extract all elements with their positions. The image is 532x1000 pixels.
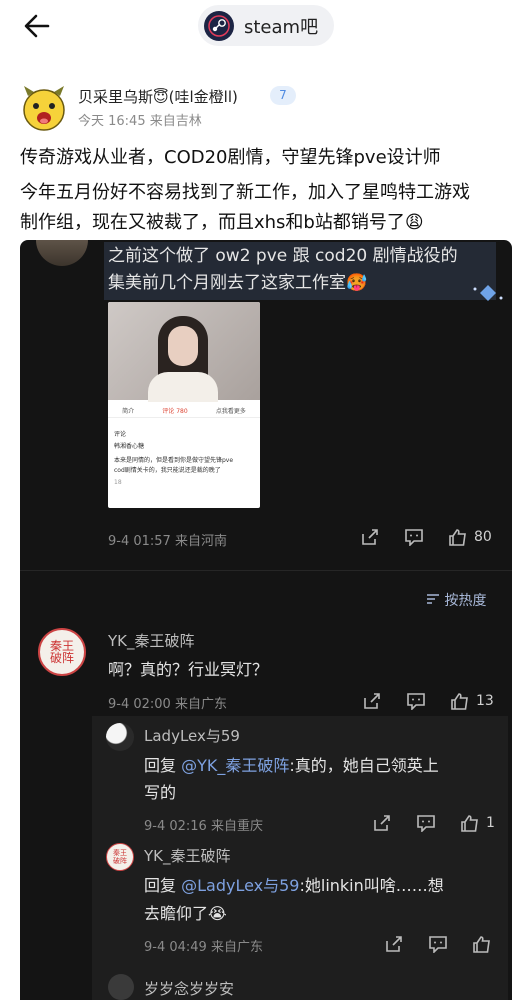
like-count: 13 (476, 693, 494, 709)
photo-comment-line: cod剧情关卡的，我只能说还是裁的晚了 (114, 467, 221, 474)
commenter-name[interactable]: LadyLex与59 (144, 725, 240, 746)
reply-prefix: 回复 (144, 756, 177, 775)
photo-tabs: 简介 评论 780 点我看更多 (108, 404, 260, 418)
commenter-name[interactable]: 岁岁念岁岁安 (144, 978, 234, 999)
post-body: 今年五月份好不容易找到了新工作，加入了星鸣特工游戏 制作组，现在又被裁了，而且x… (20, 178, 518, 238)
comment-icon (405, 529, 423, 546)
avatar (36, 240, 88, 266)
comment-meta: 9-4 01:57 来自河南 (108, 534, 227, 549)
comment-meta: 9-4 02:00 来自广东 (108, 697, 227, 712)
reply-text: 回复 @LadyLex与59:她linkin叫啥……想 去瞻仰了😭 (144, 872, 444, 928)
avatar[interactable]: 秦王破阵 (106, 843, 134, 871)
comment-button[interactable] (404, 526, 424, 548)
photo-tab: 评论 780 (162, 408, 188, 415)
nested-screenshot-photo: 简介 评论 780 点我看更多 评论 韩湘香心糖 本来是同情的，但是看到你是做守… (108, 302, 260, 508)
comment-button[interactable] (428, 933, 448, 955)
reply-text: 回复 @YK_秦王破阵:真的，她自己领英上 写的 (144, 752, 439, 806)
photo-comments: 评论 韩湘香心糖 本来是同情的，但是看到你是做守望先锋pve cod剧情关卡的，… (114, 430, 254, 488)
photo-comment-likes: 18 (114, 479, 122, 486)
photo-face (168, 326, 198, 366)
post-title: 传奇游戏从业者，COD20剧情，守望先锋pve设计师 (20, 147, 441, 168)
forum-name: steam吧 (244, 16, 319, 38)
sparkle-emoji-icon (473, 285, 503, 301)
avatar[interactable] (106, 723, 134, 751)
comment-button[interactable] (406, 690, 426, 712)
top-bar: steam吧 (0, 0, 532, 52)
share-icon (362, 529, 378, 545)
share-button[interactable] (360, 526, 380, 548)
like-count: 1 (486, 815, 495, 831)
comment-meta: 9-4 02:16 来自重庆 (144, 819, 263, 834)
level-badge: 7 (270, 86, 296, 105)
post-body-line: 制作组，现在又被裁了，而且xhs和b站都销号了😩 (20, 212, 424, 233)
like-button[interactable]: 80 (448, 526, 492, 548)
reply-text-line: :真的，她自己领英上 (289, 756, 439, 775)
avatar[interactable]: 秦王破阵 (38, 628, 86, 676)
comment-text: 啊？真的？行业冥灯？ (108, 660, 269, 679)
reply-text-line: 去瞻仰了😭 (144, 904, 227, 923)
like-button[interactable]: 1 (460, 812, 495, 834)
screenshot-text-line: 集美前几个月刚去了这家工作室🥵 (108, 273, 368, 293)
sort-label: 按热度 (444, 593, 487, 609)
avatar[interactable] (108, 974, 134, 1000)
comment-icon (417, 815, 435, 832)
post-body-line: 今年五月份好不容易找到了新工作，加入了星鸣特工游戏 (20, 182, 470, 203)
reply-prefix: 回复 (144, 876, 177, 895)
share-icon (364, 693, 380, 709)
like-count: 80 (474, 529, 492, 545)
comment-meta: 9-4 04:49 来自广东 (144, 940, 263, 955)
thumbs-up-icon (473, 936, 490, 953)
comment-icon (407, 693, 425, 710)
comment-button[interactable] (416, 812, 436, 834)
like-button[interactable]: 13 (450, 690, 494, 712)
author-avatar[interactable] (20, 82, 68, 132)
sort-toggle[interactable]: 按热度 (426, 590, 486, 610)
steam-logo-icon (204, 10, 234, 41)
screenshot-text-line: 之前这个做了 ow2 pve 跟 cod20 剧情战役的 (108, 246, 458, 266)
photo-body (148, 372, 218, 402)
photo-tab: 点我看更多 (215, 408, 246, 415)
like-button[interactable] (472, 933, 492, 955)
back-arrow-icon[interactable] (22, 12, 52, 40)
divider (20, 570, 512, 571)
forum-pill[interactable]: steam吧 (198, 5, 334, 46)
seal-text: 秦王破阵 (113, 849, 127, 865)
share-button[interactable] (384, 933, 404, 955)
share-icon (386, 936, 402, 952)
share-button[interactable] (372, 812, 392, 834)
screenshot-comment-text: 之前这个做了 ow2 pve 跟 cod20 剧情战役的 集美前几个月刚去了这家… (108, 243, 458, 297)
commenter-name[interactable]: YK_秦王破阵 (108, 630, 195, 651)
share-icon (374, 815, 390, 831)
mention-link[interactable]: @YK_秦王破阵 (181, 756, 289, 775)
reply-text-line: :她linkin叫啥……想 (299, 876, 444, 895)
thumbs-up-icon (461, 815, 478, 832)
comment-icon (429, 936, 447, 953)
photo-comment-line: 本来是同情的，但是看到你是做守望先锋pve (114, 457, 234, 464)
post-image-screenshot[interactable]: 之前这个做了 ow2 pve 跟 cod20 剧情战役的 集美前几个月刚去了这家… (20, 240, 512, 1000)
photo-tab: 简介 (122, 408, 135, 415)
photo-commenter: 韩湘香心糖 (114, 443, 145, 450)
author-name[interactable]: 贝采里乌斯😇(哇l金橙ll) (78, 86, 238, 107)
photo-comment-header: 评论 (114, 431, 127, 438)
seal-text: 秦王破阵 (49, 639, 74, 665)
sort-icon (427, 594, 439, 604)
commenter-name[interactable]: YK_秦王破阵 (144, 845, 231, 866)
reply-text-line: 写的 (144, 783, 177, 802)
mention-link[interactable]: @LadyLex与59 (181, 876, 299, 895)
post-meta: 今天 16:45 来自吉林 (78, 114, 202, 129)
thumbs-up-icon (449, 529, 466, 546)
thumbs-up-icon (451, 693, 468, 710)
share-button[interactable] (362, 690, 382, 712)
